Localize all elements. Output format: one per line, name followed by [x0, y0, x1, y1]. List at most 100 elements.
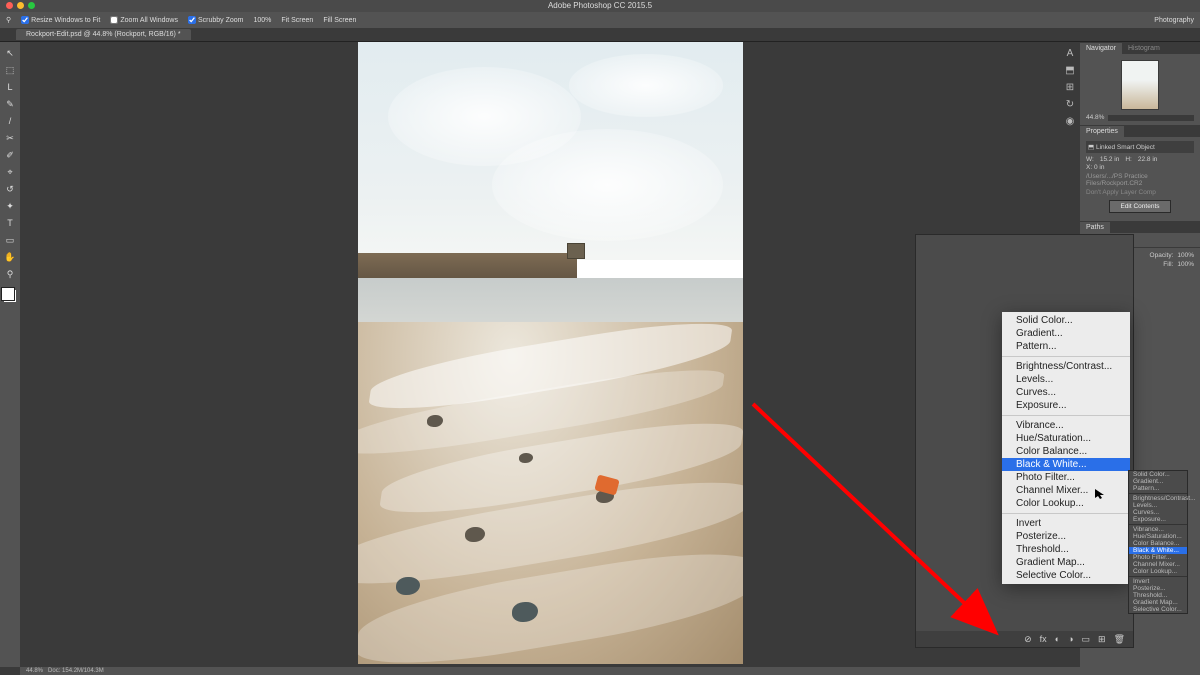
adj-menu-item[interactable]: Color Lookup... [1002, 497, 1130, 510]
document-canvas[interactable] [358, 42, 743, 664]
adj-menu-item[interactable]: Color Balance... [1002, 445, 1130, 458]
mouse-cursor [1095, 489, 1105, 499]
tool-move[interactable]: ↖ [3, 46, 17, 60]
tool-marquee[interactable]: ⬚ [3, 63, 17, 77]
workspace-switcher[interactable]: Photography [1154, 17, 1194, 24]
document-tab-bar: Rockport-Edit.psd @ 44.8% (Rockport, RGB… [0, 28, 1200, 42]
tool-eyedropper[interactable]: / [3, 114, 17, 128]
tool-stamp[interactable]: ⌖ [3, 165, 17, 179]
tool-brush[interactable]: ✐ [3, 148, 17, 162]
tool-hand[interactable]: ✋ [3, 250, 17, 264]
tool-type[interactable]: T [3, 216, 17, 230]
tool-lasso[interactable]: L [3, 80, 17, 94]
adj-menu-item-ghost[interactable]: Vibrance... [1129, 526, 1187, 533]
adj-menu-item-ghost[interactable]: Gradient Map... [1129, 599, 1187, 606]
info-panel-icon[interactable]: ◉ [1066, 116, 1075, 127]
adj-menu-item-ghost[interactable]: Solid Color... [1129, 471, 1187, 478]
properties-tab[interactable]: Properties [1080, 126, 1124, 137]
swatches-panel-icon[interactable]: ⊞ [1066, 82, 1074, 93]
layer-style-icon[interactable]: fx [1040, 634, 1047, 644]
adj-menu-item-ghost[interactable]: Brightness/Contrast... [1129, 495, 1187, 502]
adj-menu-item-ghost[interactable]: Levels... [1129, 502, 1187, 509]
histogram-tab[interactable]: Histogram [1122, 43, 1166, 54]
status-doc-size: Doc: 154.2M/104.3M [48, 668, 104, 674]
adj-menu-item-ghost[interactable]: Posterize... [1129, 585, 1187, 592]
navigator-zoom-value: 44.8% [1086, 114, 1104, 121]
link-layers-icon[interactable]: ⊘ [1024, 634, 1032, 645]
adj-menu-item-ghost[interactable]: Exposure... [1129, 516, 1187, 523]
traffic-lights [6, 2, 35, 9]
adj-menu-item[interactable]: Threshold... [1002, 543, 1130, 556]
zoom-tool-icon: ⚲ [6, 16, 11, 24]
tool-history-brush[interactable]: ↺ [3, 182, 17, 196]
history-panel-icon[interactable]: ↻ [1066, 99, 1074, 110]
paths-tab[interactable]: Paths [1080, 222, 1110, 233]
adj-menu-item[interactable]: Vibrance... [1002, 419, 1130, 432]
adj-menu-item[interactable]: Levels... [1002, 373, 1130, 386]
edit-contents-button[interactable]: Edit Contents [1109, 200, 1170, 213]
adj-menu-item-ghost[interactable]: Color Lookup... [1129, 568, 1187, 575]
resize-windows-checkbox[interactable]: Resize Windows to Fit [21, 16, 100, 24]
navigator-tab[interactable]: Navigator [1080, 43, 1122, 54]
adj-menu-item-ghost[interactable]: Curves... [1129, 509, 1187, 516]
opacity-value[interactable]: 100% [1177, 252, 1194, 259]
status-bar: 44.8% Doc: 154.2M/104.3M [20, 667, 1200, 675]
options-bar: ⚲ Resize Windows to Fit Zoom All Windows… [0, 12, 1200, 28]
fit-screen-button[interactable]: Fit Screen [281, 17, 313, 24]
close-window-button[interactable] [6, 2, 13, 9]
tool-shape[interactable]: ▭ [3, 233, 17, 247]
zoom-window-button[interactable] [28, 2, 35, 9]
adj-menu-item-ghost[interactable]: Photo Filter... [1129, 554, 1187, 561]
prop-x-value: 0 in [1094, 164, 1104, 171]
adj-menu-item[interactable]: Gradient Map... [1002, 556, 1130, 569]
prop-h-value: 22.8 in [1138, 156, 1158, 163]
color-swatches[interactable] [4, 290, 16, 302]
new-group-icon[interactable]: ▭ [1082, 634, 1091, 645]
navigator-thumbnail[interactable] [1121, 60, 1159, 110]
adj-menu-item[interactable]: Pattern... [1002, 340, 1130, 353]
adjustments-panel-icon[interactable]: ⬒ [1065, 65, 1074, 76]
document-tab[interactable]: Rockport-Edit.psd @ 44.8% (Rockport, RGB… [16, 29, 191, 40]
adj-menu-item[interactable]: Gradient... [1002, 327, 1130, 340]
prop-x-label: X: [1086, 164, 1092, 171]
properties-kind: Linked Smart Object [1096, 144, 1155, 151]
tool-zoom[interactable]: ⚲ [3, 267, 17, 281]
adj-menu-item-ghost[interactable]: Color Balance... [1129, 540, 1187, 547]
adj-menu-item-ghost[interactable]: Invert [1129, 578, 1187, 585]
scrubby-zoom-checkbox[interactable]: Scrubby Zoom [188, 16, 244, 24]
adj-menu-item-ghost[interactable]: Hue/Saturation... [1129, 533, 1187, 540]
fill-screen-button[interactable]: Fill Screen [323, 17, 356, 24]
layer-mask-icon[interactable]: ◐ [1055, 634, 1060, 644]
new-adjustment-layer-icon[interactable]: ◑ [1068, 634, 1073, 644]
adj-menu-item[interactable]: Channel Mixer... [1002, 484, 1130, 497]
adj-menu-item-ghost[interactable]: Channel Mixer... [1129, 561, 1187, 568]
navigator-zoom-slider[interactable] [1108, 115, 1194, 121]
adj-menu-item[interactable]: Selective Color... [1002, 569, 1130, 582]
adj-menu-item[interactable]: Hue/Saturation... [1002, 432, 1130, 445]
adj-menu-item[interactable]: Invert [1002, 517, 1130, 530]
character-panel-icon[interactable]: A [1067, 48, 1074, 59]
zoom-100-button[interactable]: 100% [254, 17, 272, 24]
adj-menu-item-ghost[interactable]: Threshold... [1129, 592, 1187, 599]
adj-menu-item-ghost[interactable]: Black & White... [1129, 547, 1187, 554]
tools-panel: ↖ ⬚ L ✎ / ✂ ✐ ⌖ ↺ ✦ T ▭ ✋ ⚲ [0, 42, 20, 667]
adj-menu-item[interactable]: Brightness/Contrast... [1002, 360, 1130, 373]
adj-menu-item-ghost[interactable]: Pattern... [1129, 485, 1187, 492]
adj-menu-item-ghost[interactable]: Gradient... [1129, 478, 1187, 485]
adj-menu-item[interactable]: Posterize... [1002, 530, 1130, 543]
adj-menu-item[interactable]: Solid Color... [1002, 314, 1130, 327]
fill-value[interactable]: 100% [1177, 261, 1194, 268]
tool-healing[interactable]: ✂ [3, 131, 17, 145]
zoom-all-windows-checkbox[interactable]: Zoom All Windows [110, 16, 178, 24]
adj-menu-item[interactable]: Black & White... [1002, 458, 1130, 471]
adj-menu-item-ghost[interactable]: Selective Color... [1129, 606, 1187, 613]
tool-crop[interactable]: ✎ [3, 97, 17, 111]
delete-layer-icon[interactable]: 🗑 [1114, 634, 1125, 645]
adj-menu-item[interactable]: Photo Filter... [1002, 471, 1130, 484]
adj-menu-item[interactable]: Curves... [1002, 386, 1130, 399]
minimize-window-button[interactable] [17, 2, 24, 9]
tool-gradient[interactable]: ✦ [3, 199, 17, 213]
adj-menu-item[interactable]: Exposure... [1002, 399, 1130, 412]
new-layer-icon[interactable]: ⊞ [1098, 634, 1106, 645]
prop-h-label: H: [1125, 156, 1132, 163]
